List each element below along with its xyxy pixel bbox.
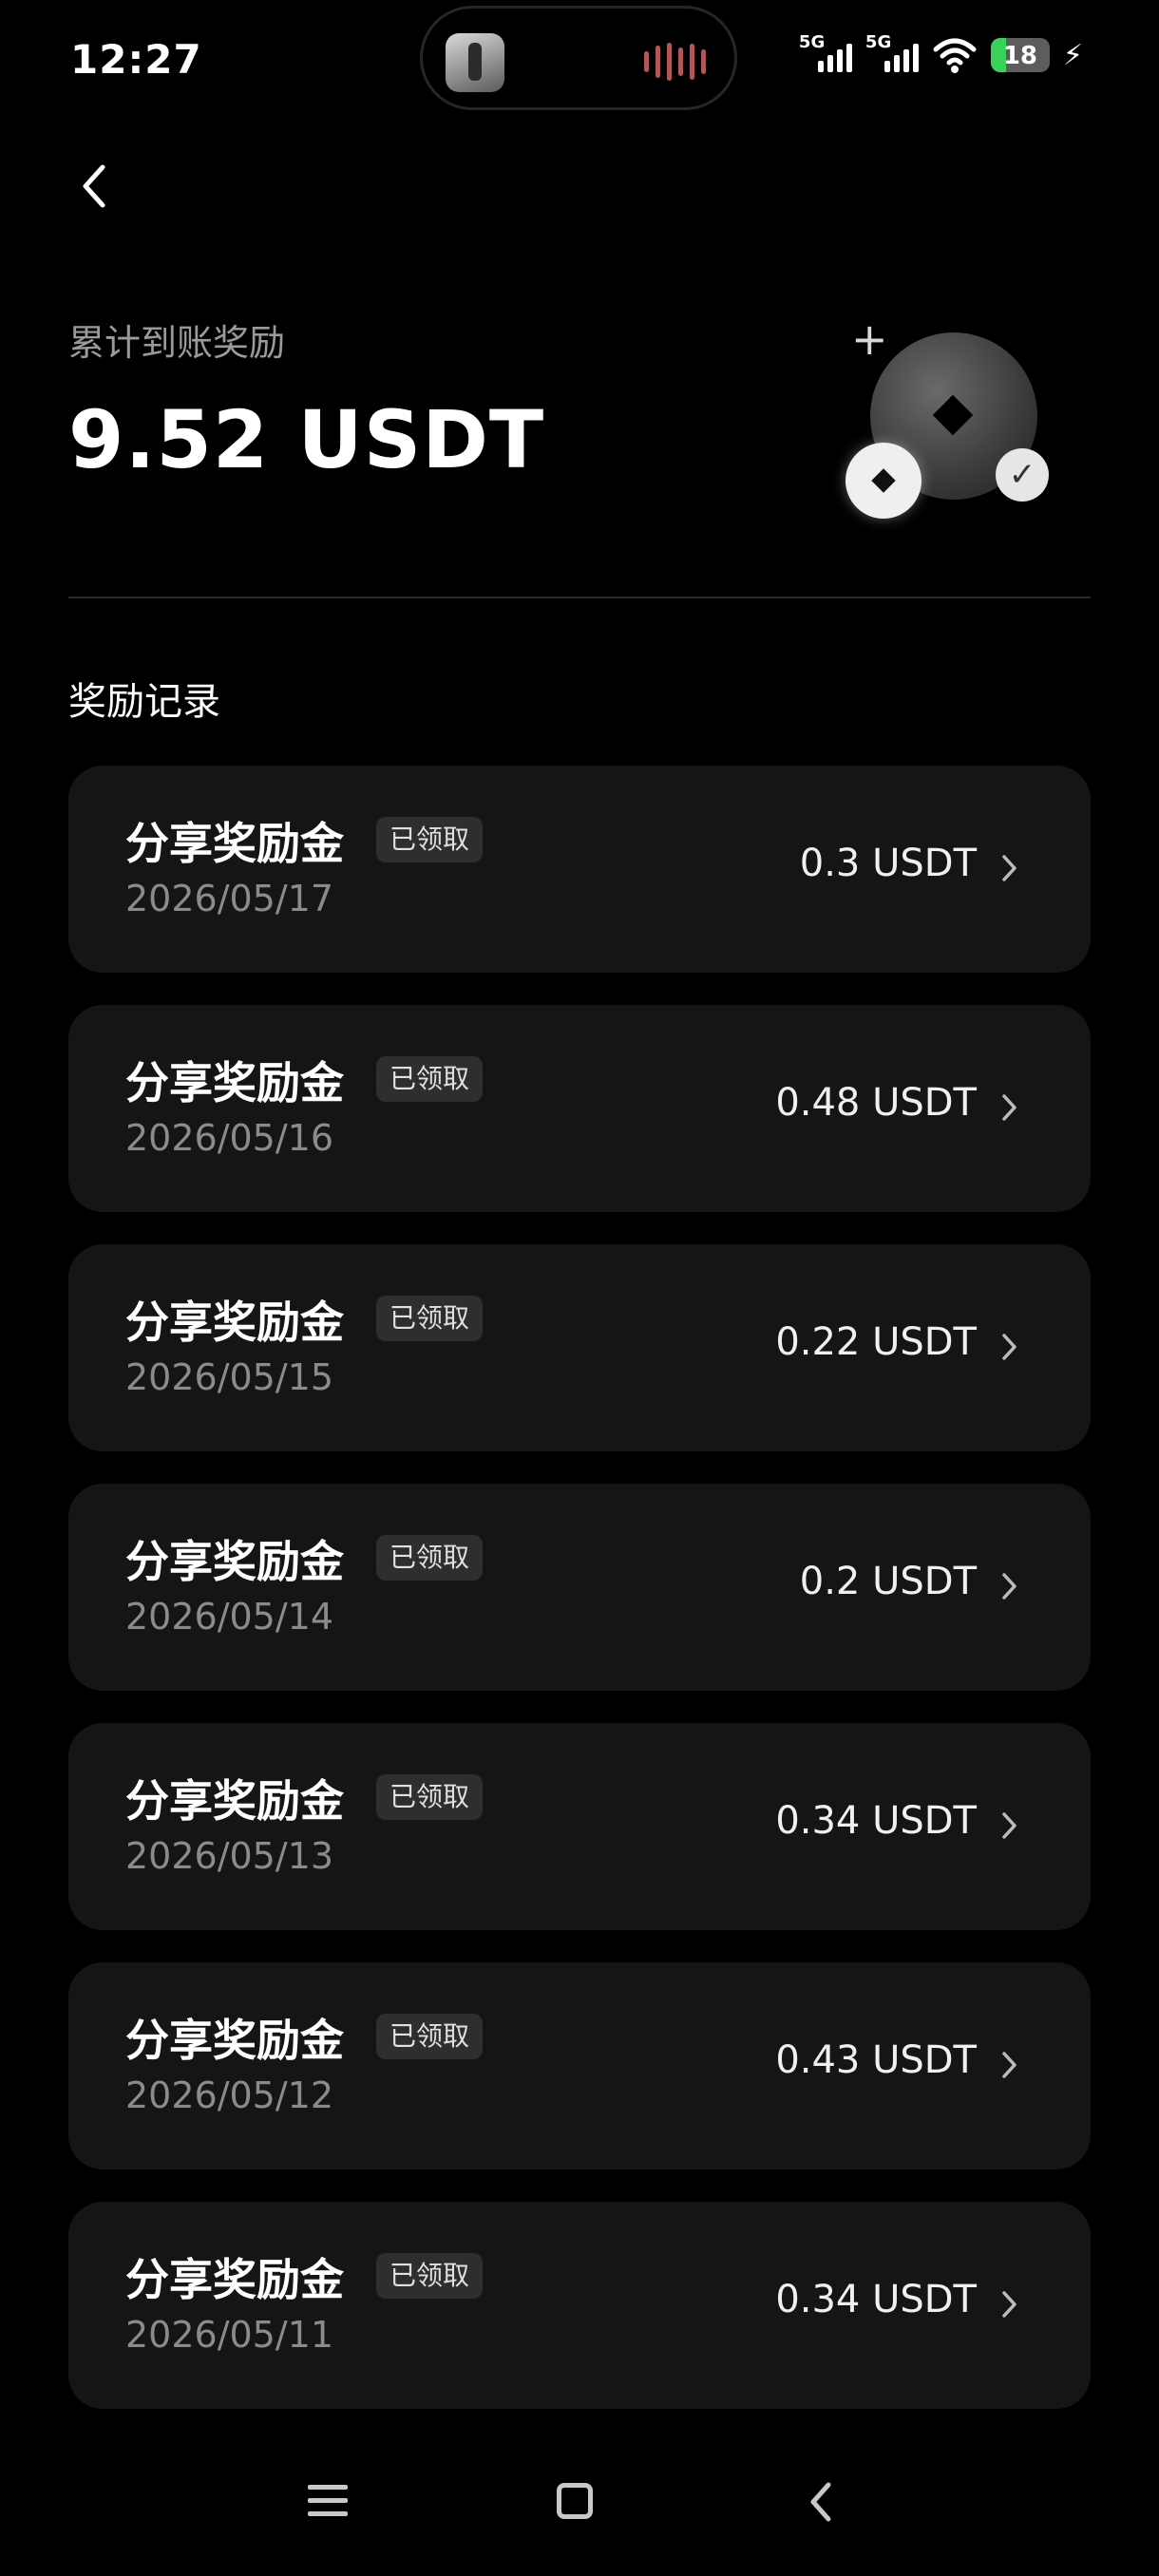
home-icon[interactable] (557, 2483, 593, 2519)
record-amount: 0.48 USDT (775, 1081, 977, 1125)
section-title: 奖励记录 (68, 680, 220, 724)
wifi-icon (933, 38, 977, 73)
status-badge: 已领取 (376, 1774, 484, 1820)
list-item[interactable]: 分享奖励金 已领取 2026/05/15 0.22 USDT (68, 1244, 1091, 1451)
check-icon: ✓ (996, 448, 1049, 502)
signal-icon: 5G (799, 32, 852, 76)
record-amount: 0.2 USDT (799, 1560, 977, 1603)
menu-icon[interactable] (308, 2481, 348, 2521)
record-date: 2026/05/15 (125, 1356, 334, 1398)
list-item[interactable]: 分享奖励金 已领取 2026/05/12 0.43 USDT (68, 1962, 1091, 2169)
record-title: 分享奖励金 (125, 1297, 344, 1348)
chevron-right-icon (1002, 855, 1016, 881)
signal-icon: 5G (865, 32, 919, 76)
status-badge: 已领取 (376, 1296, 484, 1341)
chevron-right-icon (1002, 1573, 1016, 1600)
record-title: 分享奖励金 (125, 1536, 344, 1587)
summary-amount: 9.52 USDT (68, 393, 545, 486)
record-date: 2026/05/16 (125, 1117, 334, 1159)
record-title: 分享奖励金 (125, 1775, 344, 1827)
status-badge: 已领取 (376, 1056, 484, 1102)
status-badge: 已领取 (376, 1535, 484, 1581)
status-badge: 已领取 (376, 817, 484, 862)
record-amount: 0.34 USDT (775, 1799, 977, 1843)
record-title: 分享奖励金 (125, 1057, 344, 1108)
record-date: 2026/05/13 (125, 1835, 334, 1877)
dynamic-island[interactable] (420, 6, 737, 110)
record-date: 2026/05/14 (125, 1596, 334, 1638)
record-date: 2026/05/11 (125, 2314, 334, 2356)
status-icons: 5G 5G 18 ⚡ (799, 32, 1083, 76)
chevron-right-icon (1002, 2052, 1016, 2078)
back-icon[interactable] (806, 2479, 834, 2525)
record-title: 分享奖励金 (125, 2254, 344, 2305)
record-title: 分享奖励金 (125, 818, 344, 869)
record-date: 2026/05/12 (125, 2074, 334, 2116)
chevron-right-icon (1002, 1094, 1016, 1121)
plus-icon: + (851, 313, 888, 365)
app-thumbnail-icon (446, 33, 504, 92)
record-title: 分享奖励金 (125, 2015, 344, 2066)
record-amount: 0.34 USDT (775, 2278, 977, 2321)
divider (68, 597, 1091, 598)
records-list: 分享奖励金 已领取 2026/05/17 0.3 USDT 分享奖励金 已领取 … (68, 766, 1091, 2441)
status-badge: 已领取 (376, 2014, 484, 2059)
chevron-right-icon (1002, 2291, 1016, 2318)
record-amount: 0.3 USDT (799, 842, 977, 885)
summary-label: 累计到账奖励 (68, 322, 286, 364)
chevron-left-icon (83, 164, 105, 208)
list-item[interactable]: 分享奖励金 已领取 2026/05/14 0.2 USDT (68, 1484, 1091, 1691)
chevron-right-icon (1002, 1812, 1016, 1839)
status-badge: 已领取 (376, 2253, 484, 2299)
system-nav-bar (0, 2470, 1159, 2546)
back-button[interactable] (68, 158, 122, 215)
chevron-right-icon (1002, 1334, 1016, 1360)
battery-icon: 18 (990, 38, 1050, 72)
record-amount: 0.22 USDT (775, 1320, 977, 1364)
list-item[interactable]: 分享奖励金 已领取 2026/05/17 0.3 USDT (68, 766, 1091, 973)
charging-bolt-icon: ⚡ (1062, 38, 1083, 72)
list-item[interactable]: 分享奖励金 已领取 2026/05/11 0.34 USDT (68, 2202, 1091, 2409)
coin-icon (846, 443, 922, 519)
audio-wave-icon (644, 43, 706, 81)
status-time: 12:27 (70, 36, 202, 83)
list-item[interactable]: 分享奖励金 已领取 2026/05/13 0.34 USDT (68, 1723, 1091, 1930)
record-date: 2026/05/17 (125, 878, 334, 919)
record-amount: 0.43 USDT (775, 2038, 977, 2082)
list-item[interactable]: 分享奖励金 已领取 2026/05/16 0.48 USDT (68, 1005, 1091, 1212)
